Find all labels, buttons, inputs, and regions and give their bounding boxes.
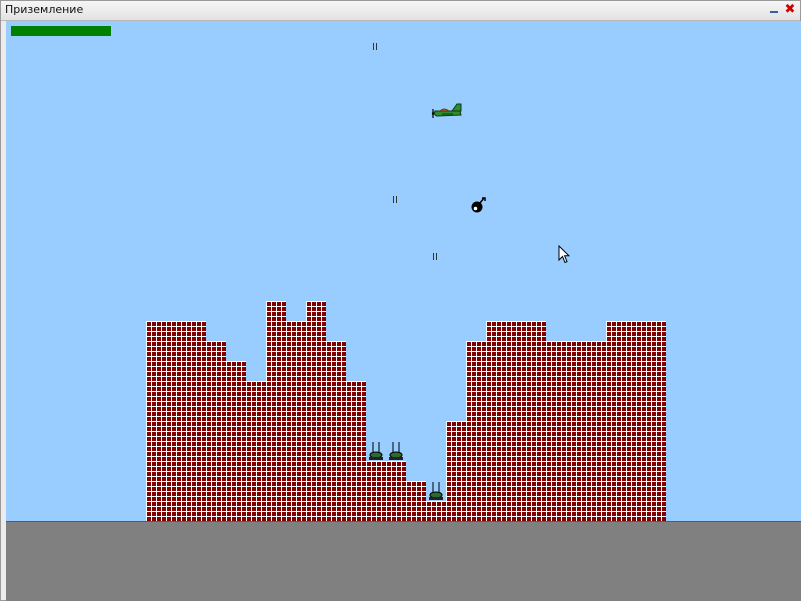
building-right-tower-1 bbox=[486, 321, 546, 521]
building-left-tower-3 bbox=[306, 301, 326, 521]
minimize-icon bbox=[770, 10, 778, 13]
building-left-base bbox=[406, 481, 426, 521]
building-left-low bbox=[246, 381, 266, 521]
building-left-step-2 bbox=[226, 361, 246, 521]
ground bbox=[6, 521, 801, 601]
game-window: Приземление ✖ bbox=[0, 0, 801, 601]
building-left-tower-1 bbox=[146, 321, 206, 521]
window-title: Приземление bbox=[5, 3, 84, 16]
close-button[interactable]: ✖ bbox=[782, 2, 798, 18]
green-plane-icon[interactable] bbox=[430, 103, 464, 119]
flak-bullet bbox=[373, 43, 378, 50]
title-bar[interactable]: Приземление ✖ bbox=[1, 1, 800, 21]
bomb-icon bbox=[471, 197, 486, 213]
building-left-step-3 bbox=[326, 341, 346, 521]
flak-bullet bbox=[433, 253, 438, 260]
building-right-step-2 bbox=[466, 341, 486, 521]
anti-aircraft-turret-icon bbox=[369, 442, 383, 460]
minimize-button[interactable] bbox=[766, 2, 782, 18]
building-left-ledge bbox=[366, 461, 406, 521]
building-left-tower-2 bbox=[266, 301, 286, 521]
building-left-step-4 bbox=[346, 381, 366, 521]
building-gap-floor bbox=[426, 501, 446, 521]
mouse-pointer-icon bbox=[558, 245, 570, 264]
close-icon: ✖ bbox=[784, 2, 796, 17]
flak-bullet bbox=[393, 196, 398, 203]
building-left-notch bbox=[286, 321, 306, 521]
anti-aircraft-turret-icon bbox=[429, 482, 443, 500]
game-canvas[interactable] bbox=[6, 21, 801, 601]
health-bar bbox=[11, 26, 111, 36]
anti-aircraft-turret-icon bbox=[389, 442, 403, 460]
building-right-tower-2 bbox=[606, 321, 666, 521]
building-right-step-1 bbox=[446, 421, 466, 521]
building-right-middle bbox=[546, 341, 606, 521]
building-left-step-1 bbox=[206, 341, 226, 521]
health-bar-fill bbox=[11, 26, 111, 36]
